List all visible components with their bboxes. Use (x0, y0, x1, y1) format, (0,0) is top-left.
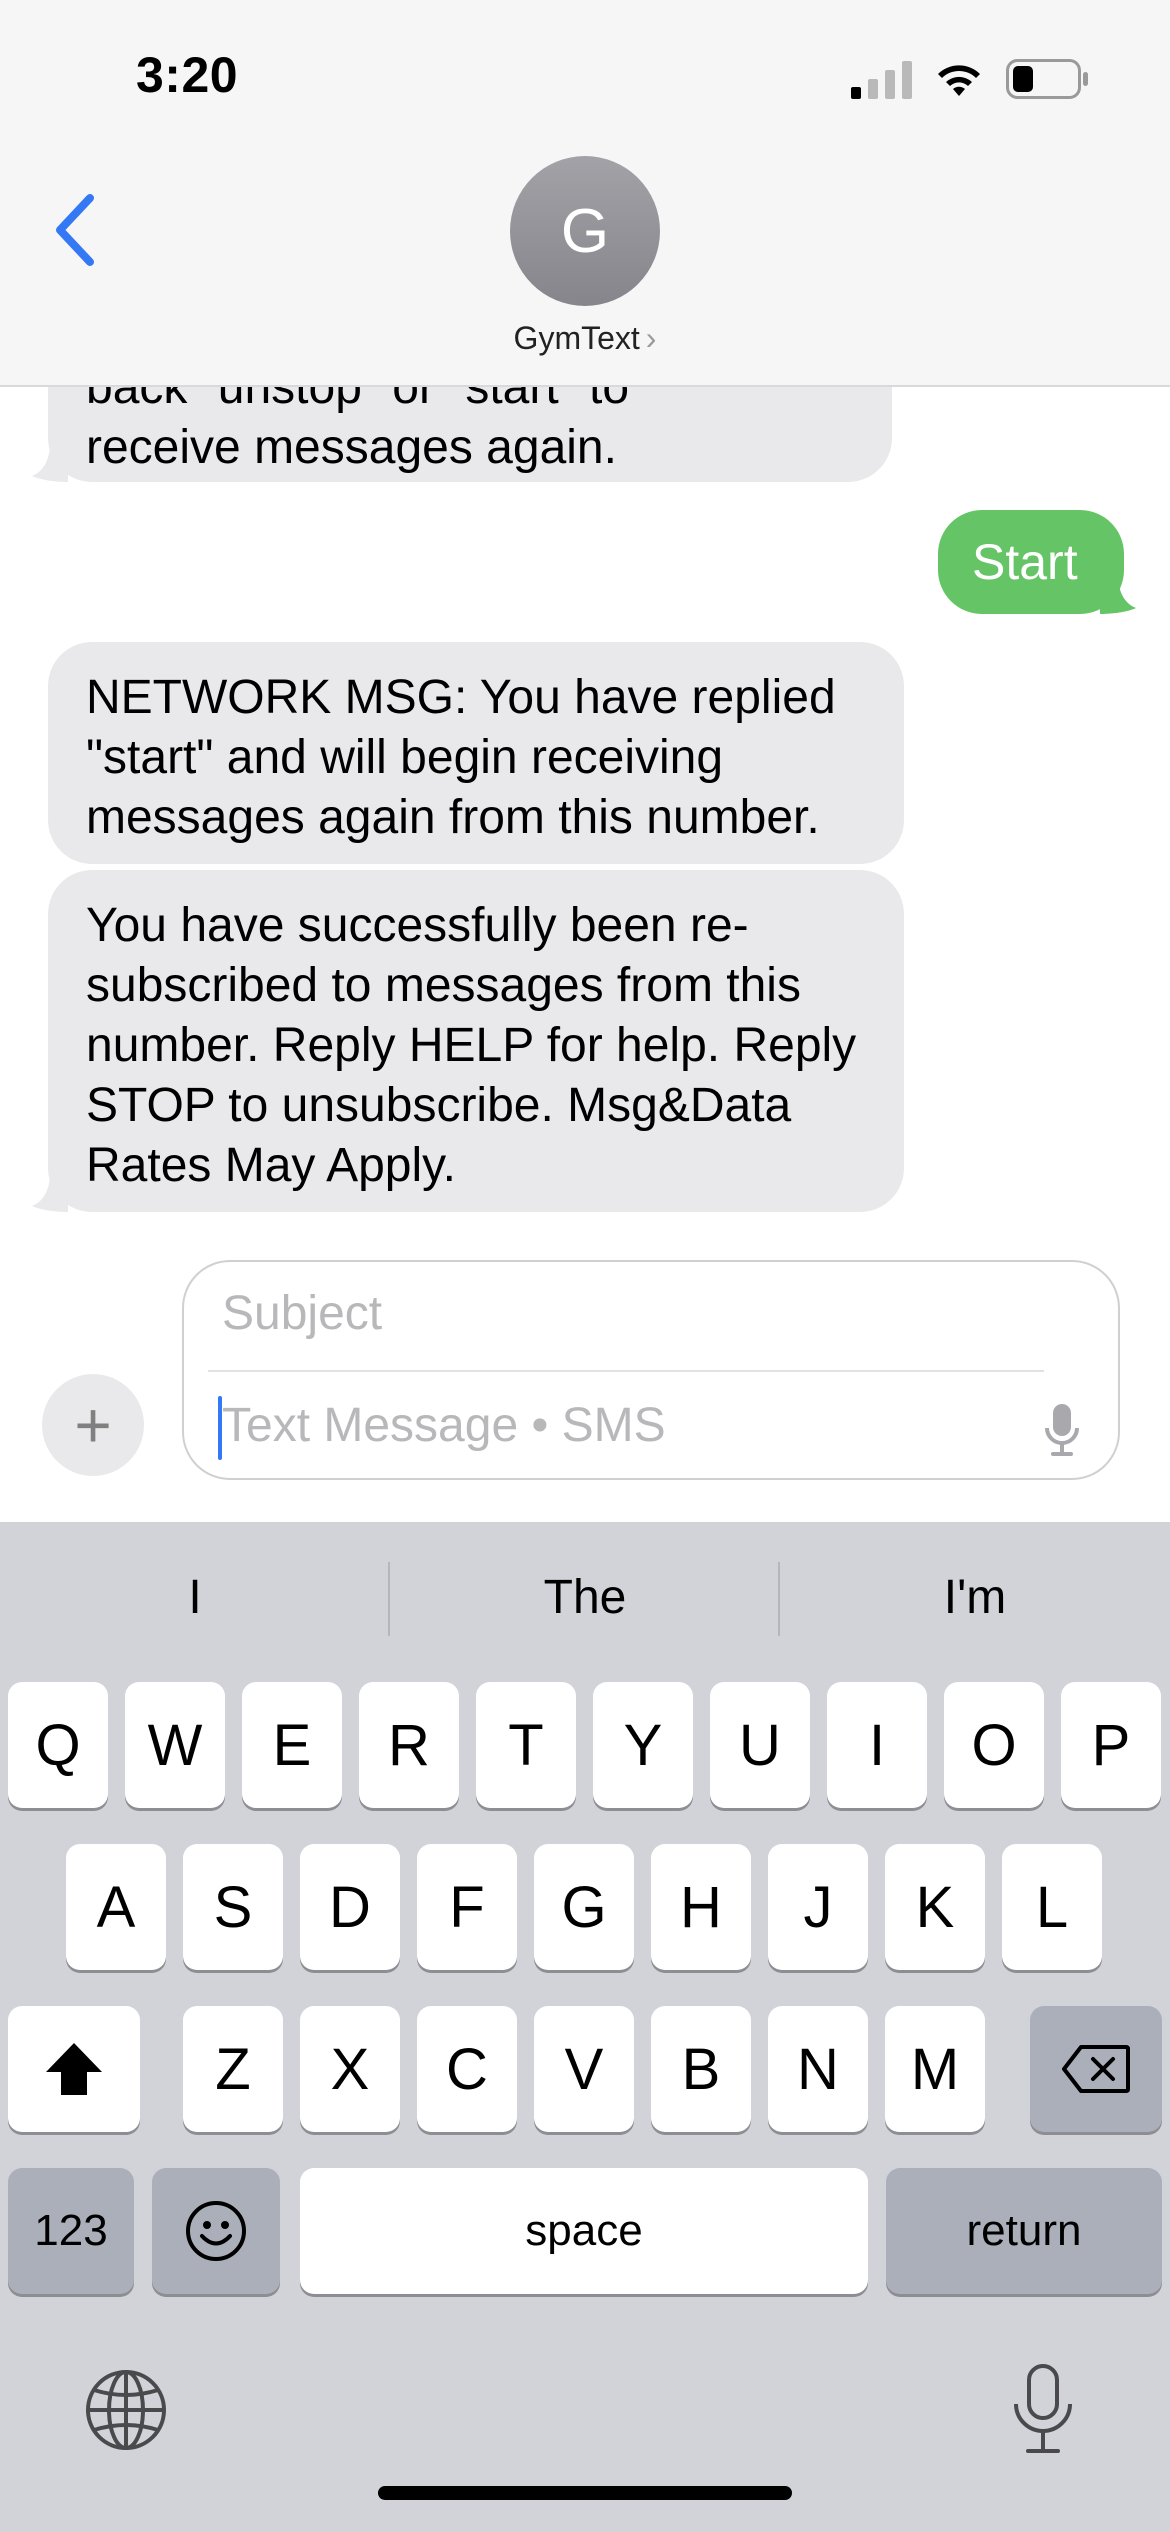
status-time: 3:20 (136, 47, 239, 103)
key-t[interactable]: T (476, 1682, 576, 1808)
dictation-mic-icon[interactable] (1044, 1402, 1080, 1458)
key-c[interactable]: C (417, 2006, 517, 2132)
shift-key[interactable] (8, 2006, 140, 2132)
emoji-icon (186, 2201, 246, 2261)
message-bubble-incoming[interactable]: NETWORK MSG: You have replied "start" an… (48, 642, 904, 864)
contact-avatar[interactable]: G (510, 156, 660, 306)
predictive-bar: I The I'm (0, 1522, 1170, 1672)
bubble-tail (32, 442, 68, 482)
numbers-key[interactable]: 123 (8, 2168, 134, 2294)
message-bubble-outgoing[interactable]: Start (938, 510, 1124, 614)
message-text: NETWORK MSG: You have replied "start" an… (86, 671, 836, 844)
subject-input[interactable]: Subject (222, 1286, 382, 1341)
key-u[interactable]: U (710, 1682, 810, 1808)
key-b[interactable]: B (651, 2006, 751, 2132)
globe-icon[interactable] (84, 2368, 168, 2452)
key-v[interactable]: V (534, 2006, 634, 2132)
key-w[interactable]: W (125, 1682, 225, 1808)
message-composer[interactable]: Subject Text Message • SMS (182, 1260, 1120, 1480)
message-text: receive messages again. (86, 421, 617, 474)
prediction-3[interactable]: I'm (780, 1522, 1170, 1672)
prediction-2[interactable]: The (390, 1522, 780, 1672)
key-h[interactable]: H (651, 1844, 751, 1970)
key-a[interactable]: A (66, 1844, 166, 1970)
emoji-key[interactable] (152, 2168, 280, 2294)
wifi-icon (938, 65, 980, 96)
status-icons (851, 54, 1090, 104)
key-s[interactable]: S (183, 1844, 283, 1970)
message-text: You have successfully been re-subscribed… (86, 899, 857, 1192)
key-j[interactable]: J (768, 1844, 868, 1970)
plus-button[interactable]: + (42, 1374, 144, 1476)
shift-icon (46, 2043, 102, 2095)
avatar-initial: G (560, 196, 610, 266)
key-p[interactable]: P (1061, 1682, 1161, 1808)
microphone-icon[interactable] (1008, 2362, 1078, 2456)
key-x[interactable]: X (300, 2006, 400, 2132)
key-r[interactable]: R (359, 1682, 459, 1808)
delete-icon (1062, 2045, 1130, 2093)
key-i[interactable]: I (827, 1682, 927, 1808)
message-bubble-incoming[interactable]: You have successfully been re-subscribed… (48, 870, 904, 1212)
key-f[interactable]: F (417, 1844, 517, 1970)
key-e[interactable]: E (242, 1682, 342, 1808)
key-g[interactable]: G (534, 1844, 634, 1970)
message-text: Start (972, 534, 1078, 590)
key-o[interactable]: O (944, 1682, 1044, 1808)
return-key[interactable]: return (886, 2168, 1162, 2294)
key-l[interactable]: L (1002, 1844, 1102, 1970)
key-m[interactable]: M (885, 2006, 985, 2132)
key-q[interactable]: Q (8, 1682, 108, 1808)
battery-icon (1006, 59, 1088, 99)
text-message-input[interactable]: Text Message • SMS (222, 1398, 666, 1453)
bubble-tail (1100, 574, 1136, 614)
back-chevron-icon[interactable] (50, 190, 100, 270)
key-y[interactable]: Y (593, 1682, 693, 1808)
composer-divider (208, 1370, 1044, 1372)
conversation-header: 3:20 G GymText › (0, 0, 1170, 387)
space-key[interactable]: space (300, 2168, 868, 2294)
cellular-signal-icon (851, 59, 912, 99)
key-d[interactable]: D (300, 1844, 400, 1970)
contact-name: GymText (513, 320, 640, 356)
prediction-1[interactable]: I (0, 1522, 390, 1672)
key-n[interactable]: N (768, 2006, 868, 2132)
plus-icon: + (74, 1389, 112, 1461)
key-k[interactable]: K (885, 1844, 985, 1970)
key-z[interactable]: Z (183, 2006, 283, 2132)
contact-chevron-icon: › (645, 320, 657, 356)
keyboard: I The I'm Q W E R T Y U I O P A S D F G … (0, 1522, 1170, 2532)
contact-name-button[interactable]: GymText › (0, 320, 1170, 357)
bubble-tail (32, 1172, 68, 1212)
delete-key[interactable] (1030, 2006, 1162, 2132)
home-indicator[interactable] (378, 2486, 792, 2500)
